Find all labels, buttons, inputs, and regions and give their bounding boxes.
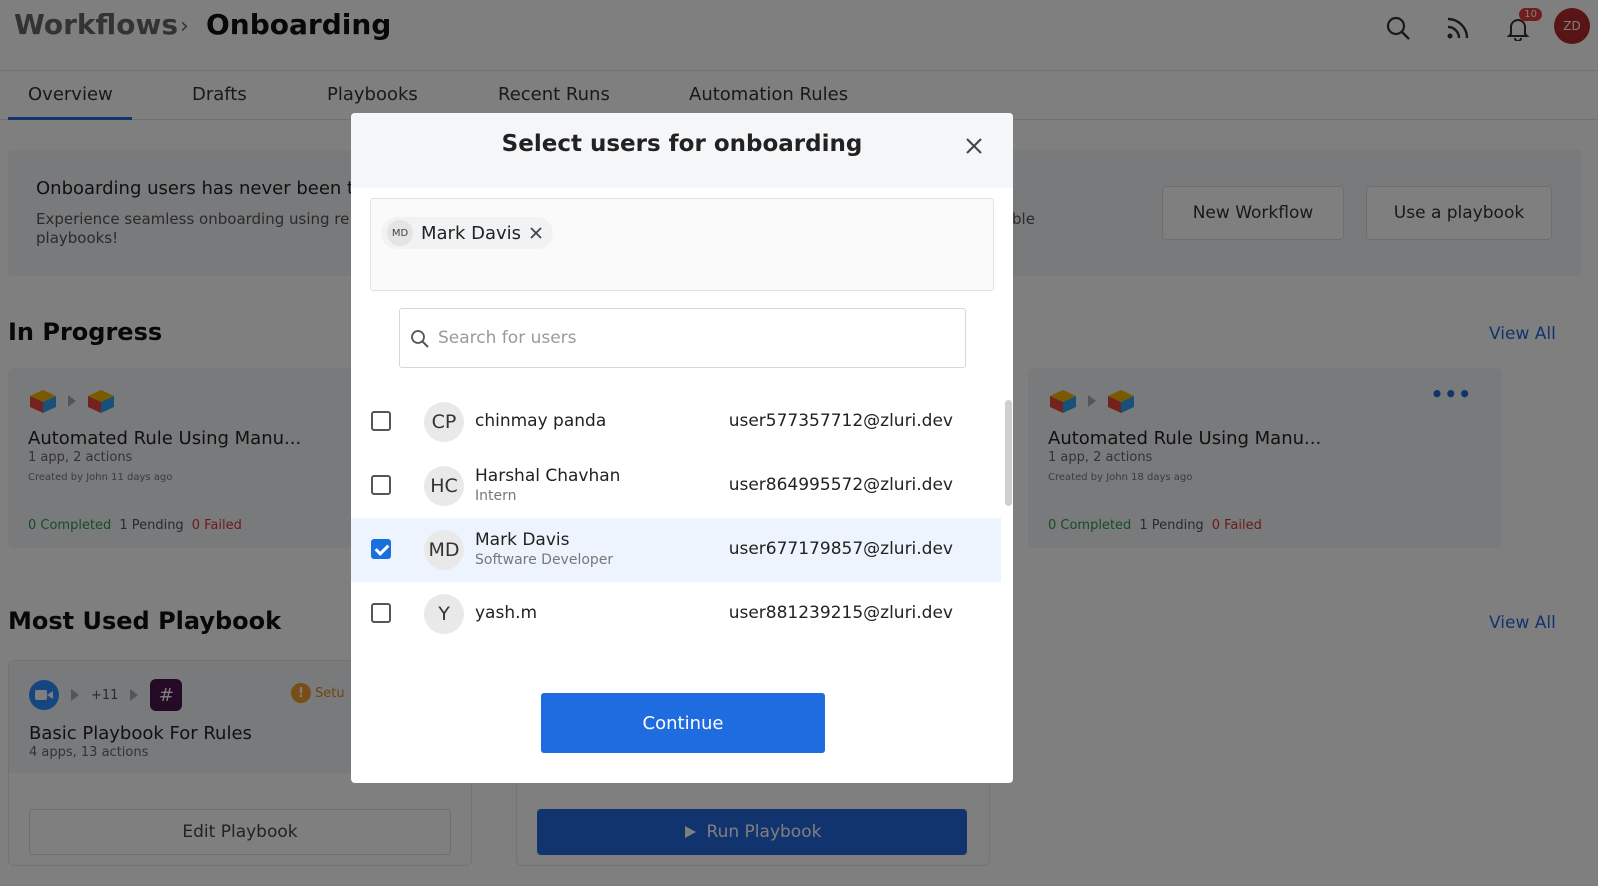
- user-role: Software Developer: [475, 552, 614, 568]
- user-avatar: MD: [424, 530, 464, 570]
- user-name: chinmay panda: [475, 411, 607, 431]
- chip-name: Mark Davis: [421, 222, 522, 244]
- user-avatar: Y: [424, 594, 464, 634]
- user-search-field: [399, 308, 966, 368]
- selected-user-chip: MD Mark Davis: [381, 217, 554, 249]
- user-email: user881239215@zluri.dev: [728, 603, 953, 623]
- user-row[interactable]: Y yash.m user881239215@zluri.dev: [351, 582, 1001, 646]
- user-avatar: CP: [424, 402, 464, 442]
- user-name: Harshal Chavhan: [475, 466, 621, 486]
- user-name: Mark Davis: [475, 530, 570, 550]
- user-email: user577357712@zluri.dev: [728, 411, 953, 431]
- chip-avatar: MD: [387, 220, 413, 246]
- user-row[interactable]: MD Mark Davis Software Developer user677…: [351, 518, 1001, 582]
- user-name: yash.m: [475, 603, 538, 623]
- user-role: Intern: [475, 488, 517, 504]
- user-row[interactable]: HC Harshal Chavhan Intern user864995572@…: [351, 454, 1001, 518]
- modal-title: Select users for onboarding: [501, 131, 863, 157]
- user-avatar: HC: [424, 466, 464, 506]
- search-input[interactable]: [438, 319, 953, 357]
- user-row[interactable]: CP chinmay panda user577357712@zluri.dev: [351, 390, 1001, 454]
- user-email: user677179857@zluri.dev: [728, 539, 953, 559]
- user-checkbox[interactable]: [371, 411, 391, 431]
- close-icon[interactable]: [963, 135, 985, 157]
- continue-button[interactable]: Continue: [541, 693, 825, 753]
- user-checkbox[interactable]: [371, 539, 391, 559]
- selected-users-box: MD Mark Davis: [370, 198, 994, 291]
- remove-chip-icon[interactable]: [529, 226, 543, 240]
- user-checkbox[interactable]: [371, 475, 391, 495]
- user-list-scrollbar[interactable]: [1005, 400, 1012, 506]
- select-users-modal: Select users for onboarding MD Mark Davi…: [351, 113, 1013, 783]
- modal-header: Select users for onboarding: [351, 113, 1013, 188]
- user-email: user864995572@zluri.dev: [728, 475, 953, 495]
- user-checkbox[interactable]: [371, 603, 391, 623]
- user-list: CP chinmay panda user577357712@zluri.dev…: [351, 390, 1001, 646]
- search-icon: [411, 330, 429, 348]
